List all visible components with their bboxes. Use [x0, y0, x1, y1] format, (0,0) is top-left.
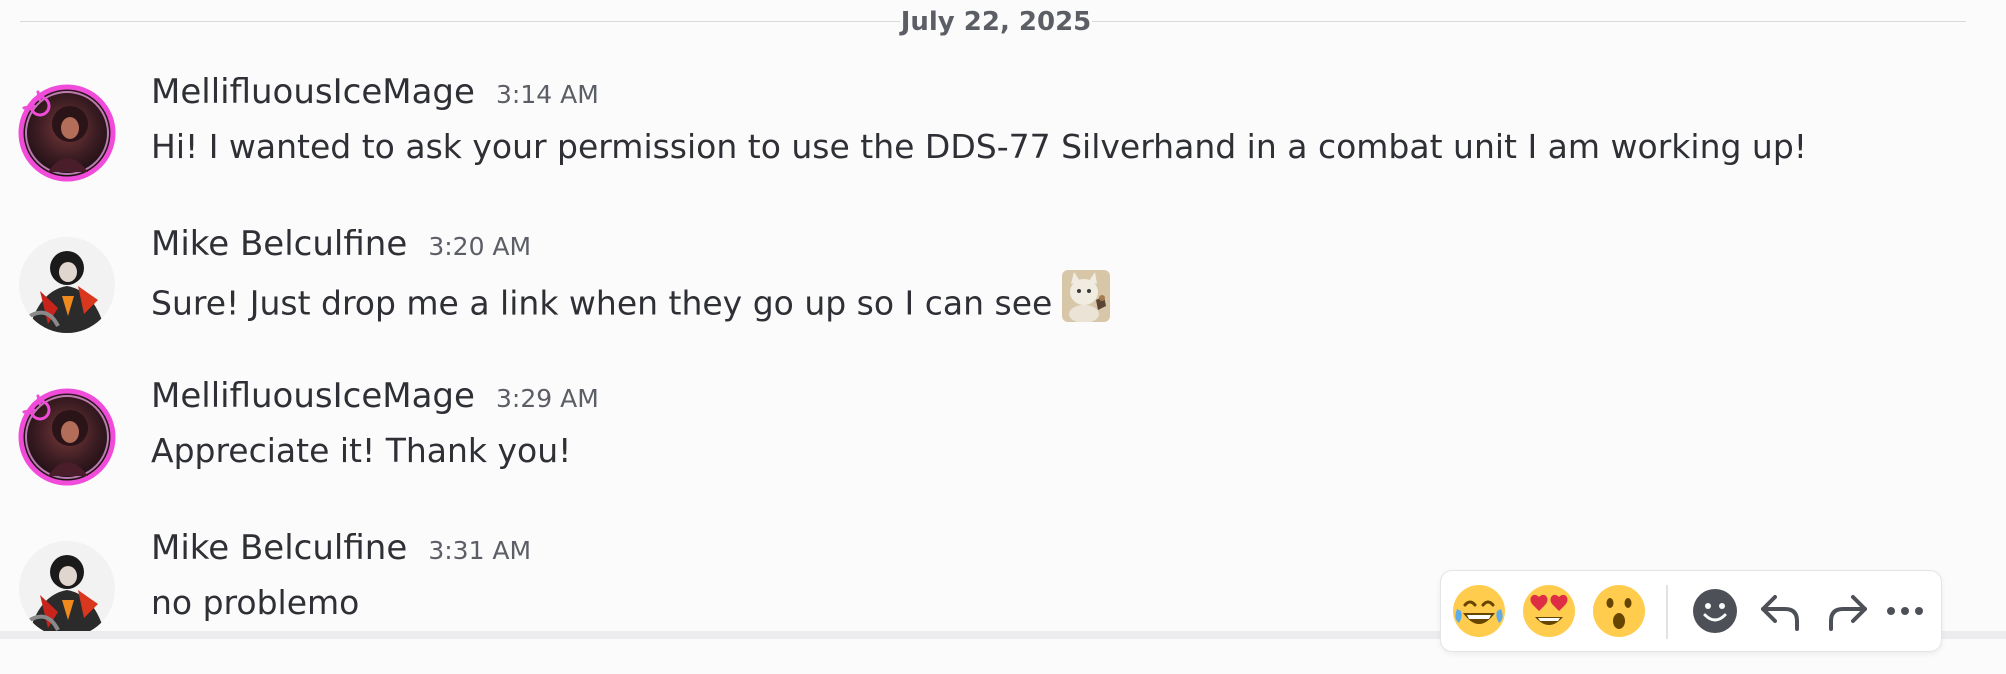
timestamp[interactable]: 3:14 AM — [496, 80, 599, 109]
heart-eyes-emoji-icon — [1523, 585, 1575, 637]
message-header: Mike Belculfine 3:31 AM — [151, 528, 531, 578]
message-content: Sure! Just drop me a link when they go u… — [151, 270, 1111, 334]
reply-icon — [1761, 595, 1799, 631]
surprised-emoji-icon — [1593, 585, 1645, 637]
date-divider-label: July 22, 2025 — [900, 7, 1092, 37]
divider-line-left — [20, 21, 900, 22]
thumbs-up-cat-emoji — [1062, 270, 1111, 334]
message-text: Sure! Just drop me a link when they go u… — [151, 283, 1053, 323]
timestamp[interactable]: 3:20 AM — [428, 232, 531, 261]
username[interactable]: Mike Belculfine — [151, 224, 407, 264]
reaction-surprised-button[interactable] — [1589, 581, 1649, 641]
message[interactable]: Mike Belculfine 3:20 AM Sure! Just drop … — [0, 220, 2006, 370]
username[interactable]: Mike Belculfine — [151, 528, 407, 568]
reply-button[interactable] — [1751, 581, 1811, 641]
timestamp[interactable]: 3:29 AM — [496, 384, 599, 413]
mike-avatar[interactable] — [18, 236, 116, 334]
more-options-button[interactable] — [1875, 581, 1935, 641]
ice-mage-avatar[interactable] — [18, 388, 116, 486]
divider-line-right — [1092, 21, 1966, 22]
forward-button[interactable] — [1817, 581, 1877, 641]
forward-icon — [1829, 595, 1867, 631]
message-actions-toolbar — [1440, 570, 1942, 652]
message-content: Appreciate it! Thank you! — [151, 431, 572, 470]
laughing-emoji-icon — [1453, 585, 1505, 637]
add-reaction-icon — [1693, 589, 1737, 633]
date-divider: July 22, 2025 — [20, 0, 1966, 44]
mike-avatar[interactable] — [18, 540, 116, 638]
message-header: Mike Belculfine 3:20 AM — [151, 224, 531, 274]
username[interactable]: MellifluousIceMage — [151, 376, 475, 416]
reaction-laughing-button[interactable] — [1449, 581, 1509, 641]
username[interactable]: MellifluousIceMage — [151, 72, 475, 112]
reaction-heart-eyes-button[interactable] — [1519, 581, 1579, 641]
ice-mage-avatar[interactable] — [18, 84, 116, 182]
message-header: MellifluousIceMage 3:14 AM — [151, 72, 599, 122]
more-icon — [1887, 607, 1923, 615]
message-content: no problemo — [151, 583, 360, 622]
timestamp[interactable]: 3:31 AM — [428, 536, 531, 565]
message[interactable]: MellifluousIceMage 3:29 AM Appreciate it… — [0, 372, 2006, 522]
message[interactable]: MellifluousIceMage 3:14 AM Hi! I wanted … — [0, 68, 2006, 218]
toolbar-separator — [1666, 585, 1668, 639]
add-reaction-button[interactable] — [1685, 581, 1745, 641]
message-header: MellifluousIceMage 3:29 AM — [151, 376, 599, 426]
message-content: Hi! I wanted to ask your permission to u… — [151, 127, 1808, 166]
